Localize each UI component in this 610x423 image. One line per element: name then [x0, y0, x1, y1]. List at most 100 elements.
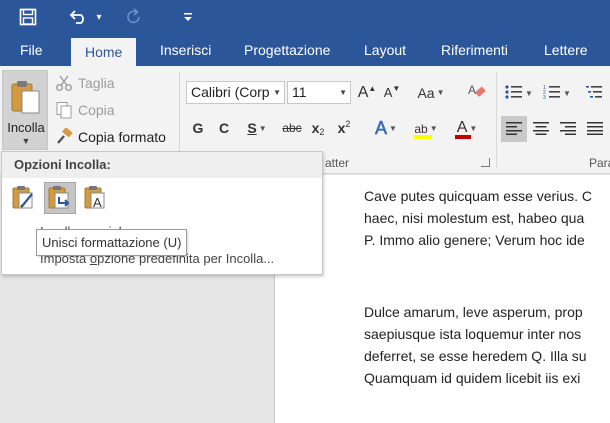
subscript-mark: 2: [319, 127, 325, 137]
caret-up-icon: ▲: [368, 84, 377, 93]
merge-formatting-option[interactable]: [44, 182, 76, 214]
svg-text:A: A: [93, 195, 102, 210]
cut-button[interactable]: Taglia: [54, 72, 115, 94]
document-page[interactable]: Cave putes quicquam esse verius. C haec,…: [274, 175, 610, 423]
numbering-button[interactable]: 123 ▼: [541, 81, 573, 105]
cut-label: Taglia: [78, 75, 115, 91]
document-line: P. Immo alio genere; Verum hoc ide: [364, 232, 585, 248]
paste-keep-source-icon: [10, 183, 38, 214]
caret-down-icon: ▼: [392, 84, 401, 93]
customize-icon[interactable]: [178, 4, 198, 30]
chevron-down-icon: ▼: [436, 88, 445, 97]
superscript-mark: 2: [345, 119, 351, 129]
chevron-down-icon: ▼: [258, 123, 267, 133]
paste-merge-formatting-icon: [46, 183, 74, 214]
grow-font-label: A: [357, 83, 369, 101]
clipboard-icon: [11, 79, 41, 118]
font-name-value: Calibri (Corp: [191, 84, 270, 100]
keep-source-formatting-option[interactable]: [8, 182, 40, 214]
font-color-button[interactable]: A ▼: [449, 116, 485, 140]
save-icon[interactable]: [14, 4, 42, 30]
underline-label: S: [247, 120, 257, 136]
superscript-label: x: [337, 120, 346, 136]
grow-font-button[interactable]: A ▲: [356, 81, 378, 104]
font-size-combo[interactable]: 11 ▼: [287, 81, 351, 104]
scissors-icon: [54, 74, 74, 92]
chevron-down-icon: ▼: [469, 123, 478, 133]
shrink-font-label: A: [383, 85, 393, 100]
text-effects-button[interactable]: A ▼: [368, 116, 404, 140]
tab-home[interactable]: Home: [71, 38, 137, 66]
font-size-value: 11: [292, 84, 307, 100]
shrink-font-button[interactable]: A ▼: [381, 81, 403, 104]
document-line: Quamquam id quidem licebit iis exi: [364, 370, 581, 386]
justify-icon: [587, 121, 603, 138]
font-name-combo[interactable]: Calibri (Corp ▼: [186, 81, 285, 104]
chevron-down-icon[interactable]: ▼: [273, 82, 281, 103]
tab-references[interactable]: Riferimenti: [439, 35, 510, 66]
chevron-down-icon: ▼: [563, 88, 571, 98]
paste-button[interactable]: Incolla ▼: [2, 70, 48, 150]
italic-button[interactable]: C: [214, 116, 234, 140]
strikethrough-button[interactable]: abc: [279, 116, 305, 140]
justify-button[interactable]: [582, 116, 608, 142]
highlighter-icon: ab: [414, 120, 433, 139]
copy-button[interactable]: Copia: [54, 99, 115, 121]
paste-options-icons: A: [8, 182, 112, 216]
svg-text:3: 3: [543, 95, 546, 100]
chevron-down-icon[interactable]: ▼: [339, 82, 347, 103]
numbered-list-icon: 123: [543, 84, 561, 103]
subscript-button[interactable]: x2: [307, 116, 329, 140]
paste-label: Incolla: [7, 120, 45, 135]
align-center-button[interactable]: [528, 116, 554, 142]
tab-design[interactable]: Progettazione: [242, 35, 332, 66]
superscript-button[interactable]: x2: [333, 116, 355, 140]
keep-text-only-option[interactable]: A: [80, 182, 112, 214]
copy-icon: [54, 101, 74, 119]
copy-label: Copia: [78, 102, 115, 118]
multilevel-list-button[interactable]: [580, 81, 608, 105]
merge-formatting-tooltip: Unisci formattazione (U): [36, 229, 188, 256]
document-line: Cave putes quicquam esse verius. C: [364, 188, 592, 204]
subscript-label: x: [311, 120, 320, 136]
chevron-down-icon[interactable]: ▼: [3, 136, 49, 146]
title-bar: ▾: [0, 0, 610, 35]
tab-insert[interactable]: Inserisci: [158, 35, 213, 66]
tab-mailings[interactable]: Lettere: [542, 35, 590, 66]
clear-formatting-button[interactable]: A: [465, 81, 489, 104]
align-left-button[interactable]: [501, 116, 527, 142]
bold-button[interactable]: G: [188, 116, 208, 140]
format-painter-label: Copia formato: [78, 129, 166, 145]
font-color-icon: A: [454, 119, 471, 139]
paragraph-group-label: Para: [589, 156, 610, 170]
document-line: haec, nisi molestum est, habeo qua: [364, 210, 585, 226]
font-dialog-launcher-icon[interactable]: [481, 158, 490, 167]
tab-layout[interactable]: Layout: [362, 35, 408, 66]
paintbrush-icon: [54, 128, 74, 146]
underline-button[interactable]: S ▼: [240, 116, 274, 140]
document-paragraph-1[interactable]: Cave putes quicquam esse verius. C haec,…: [364, 185, 610, 251]
bullet-list-icon: [505, 84, 523, 103]
undo-dropdown-icon[interactable]: ▾: [92, 4, 106, 30]
chevron-down-icon: ▼: [525, 88, 533, 98]
highlight-button[interactable]: ab ▼: [407, 116, 445, 140]
paste-options-header: Opzioni Incolla:: [2, 152, 322, 178]
paste-options-menu: Opzioni Incolla: A Incolla speciale... I…: [1, 151, 323, 275]
chevron-down-icon: ▼: [389, 123, 397, 133]
redo-icon[interactable]: [122, 4, 146, 30]
tab-file[interactable]: File: [18, 35, 45, 66]
font-group-label: atter: [325, 156, 350, 170]
format-painter-button[interactable]: Copia formato: [54, 126, 166, 148]
bullets-button[interactable]: ▼: [503, 81, 535, 105]
group-divider: [496, 72, 497, 167]
multilevel-list-icon: [585, 84, 603, 103]
svg-text:A: A: [468, 83, 476, 97]
text-effects-label: A: [375, 117, 388, 138]
ribbon-tabs: File Home Inserisci Progettazione Layout…: [0, 35, 610, 66]
document-paragraph-2[interactable]: Dulce amarum, leve asperum, prop saepius…: [364, 301, 610, 389]
change-case-button[interactable]: Aa ▼: [412, 81, 450, 104]
chevron-down-icon: ▼: [429, 123, 438, 133]
undo-icon[interactable]: [66, 4, 90, 30]
document-line: deferret, se esse heredem Q. Illa su: [364, 348, 587, 364]
align-right-button[interactable]: [555, 116, 581, 142]
